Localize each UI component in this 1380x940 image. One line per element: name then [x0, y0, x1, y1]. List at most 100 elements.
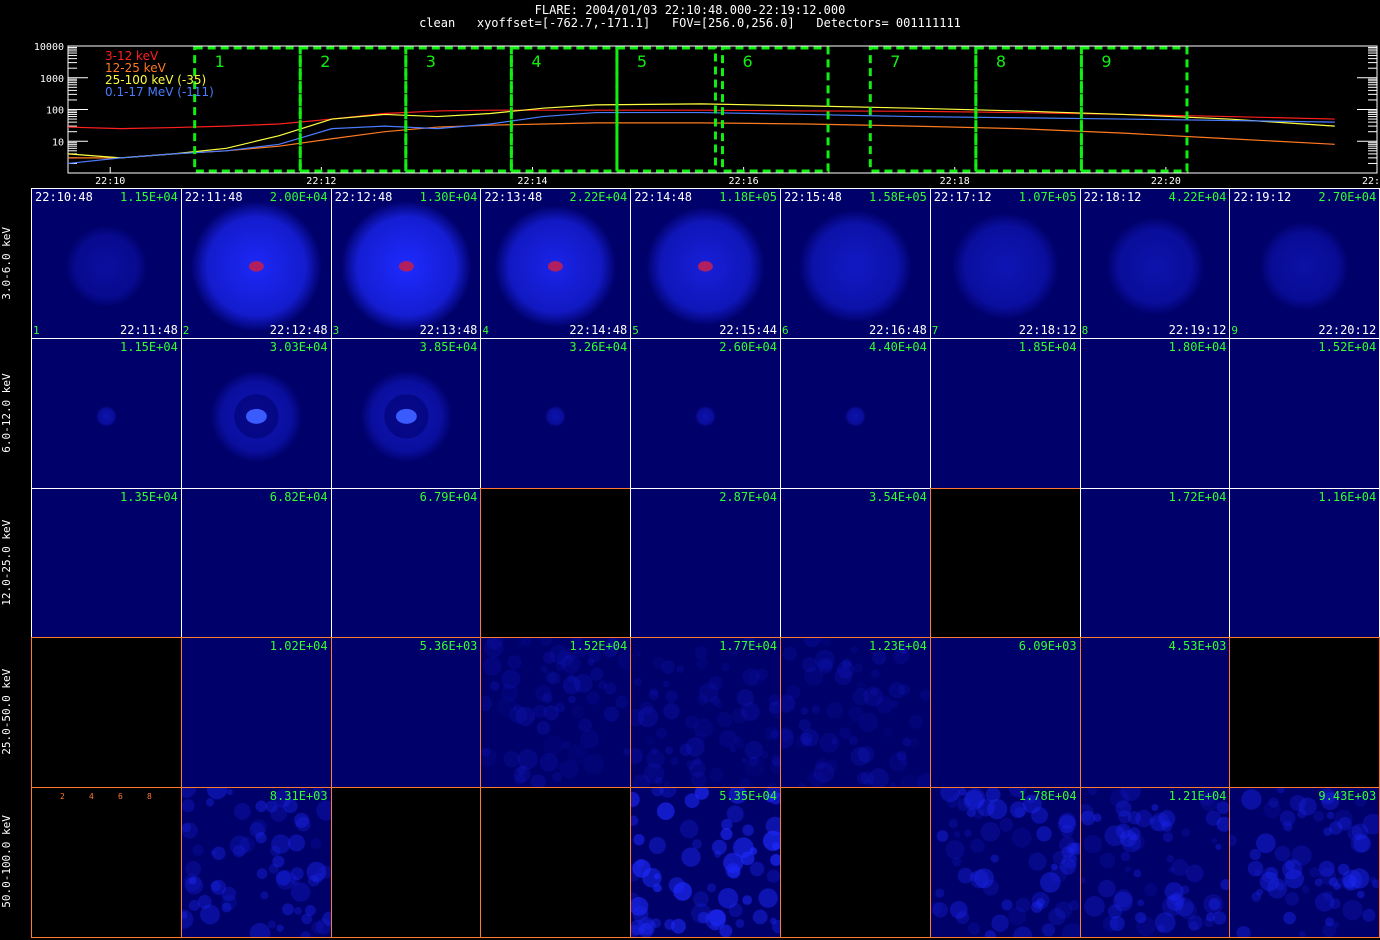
noise-blob [741, 702, 760, 722]
noise-blob [766, 869, 780, 883]
noise-blob [181, 909, 194, 930]
noise-blob [671, 918, 687, 934]
noise-blob [1092, 813, 1102, 823]
noise-blob [839, 727, 852, 740]
noise-blob [883, 727, 894, 738]
noise-blob [206, 788, 228, 800]
noise-blob [852, 688, 870, 706]
image-cell [1229, 637, 1380, 789]
noise-blob [548, 672, 562, 685]
source-image [481, 638, 631, 788]
noise-blob [899, 774, 921, 788]
x-tick-label: 22:14 [517, 176, 547, 187]
noise-blob [908, 738, 920, 749]
noise-blob [990, 854, 999, 863]
noise-blob [501, 669, 521, 689]
source-image [190, 200, 322, 332]
max-value-label: 3.54E+04 [869, 489, 927, 504]
noise-blob [955, 910, 970, 925]
noise-blob [657, 802, 675, 821]
noise-blob [1299, 797, 1318, 816]
row-label: 6.0-12.0 keV [0, 372, 13, 453]
noise-blob [770, 854, 780, 867]
source-image [210, 370, 303, 463]
noise-blob [1342, 900, 1364, 921]
max-value-label: 1.21E+04 [1168, 789, 1227, 804]
noise-blob [1334, 809, 1354, 829]
noise-blob [1188, 921, 1199, 932]
noise-blob [697, 694, 709, 706]
noise-blob [312, 872, 323, 884]
noise-blob [919, 689, 930, 702]
interval-label: 2 [320, 52, 330, 71]
noise-blob [1181, 828, 1190, 838]
noise-blob [984, 930, 996, 937]
max-value-label: 2.00E+04 [269, 190, 328, 204]
noise-blob [1180, 885, 1189, 895]
noise-blob [684, 793, 700, 809]
noise-blob [819, 733, 840, 754]
noise-blob [803, 638, 822, 648]
noise-blob [1362, 908, 1376, 923]
noise-blob [631, 792, 640, 808]
source-core [398, 261, 414, 272]
source-image [844, 405, 866, 427]
y-tick-label: 100 [46, 106, 64, 117]
source-image [494, 205, 617, 328]
image-cell: 2.87E+04 [630, 487, 781, 639]
noise-blob [631, 815, 639, 827]
series-line-4 [67, 111, 1335, 165]
interval-start-label: 22:11:48 [184, 190, 243, 204]
max-value-label: 1.77E+04 [719, 639, 777, 654]
noise-blob [221, 894, 237, 911]
noise-blob [260, 891, 269, 900]
image-cell: 4.40E+04 [780, 337, 931, 489]
image-cell: 3.54E+04 [780, 487, 931, 639]
noise-blob [1357, 890, 1366, 899]
noise-blob [1132, 869, 1142, 878]
noise-blob [1309, 867, 1321, 878]
noise-blob [1327, 811, 1335, 820]
noise-blob [752, 909, 768, 925]
image-cell [330, 787, 482, 938]
noise-blob [587, 658, 595, 667]
noise-blob [721, 818, 733, 831]
interval-start-label: 22:19:12 [1233, 190, 1292, 204]
interval-box-2 [298, 46, 408, 173]
interval-end-label: 22:19:12 [1168, 322, 1227, 337]
noise-blob [503, 751, 521, 768]
axis-tick-label: 2 [60, 792, 65, 802]
interval-end-label: 22:13:48 [419, 322, 478, 337]
noise-blob [1230, 834, 1238, 847]
noise-blob [1011, 827, 1032, 848]
interval-label: 6 [743, 52, 753, 71]
max-value-label: 6.82E+04 [269, 489, 328, 504]
interval-index-label: 1 [33, 323, 40, 337]
image-cell: 1.07E+05 22:17:12 7 22:18:12 [929, 188, 1081, 339]
image-cell [480, 487, 632, 639]
noise-blob [693, 718, 714, 739]
noise-blob [663, 680, 670, 688]
noise-blob [853, 663, 864, 674]
noise-blob [749, 861, 765, 877]
interval-box-9 [1079, 46, 1189, 173]
source-disk [1105, 217, 1205, 316]
max-value-label: 1.18E+05 [719, 190, 777, 204]
max-value-label: 1.85E+04 [1018, 339, 1077, 354]
noise-blob [858, 712, 879, 733]
image-cell: 1.80E+04 [1079, 337, 1231, 489]
noise-blob [540, 666, 549, 674]
noise-blob [898, 684, 911, 696]
image-cell: 3.85E+04 [330, 337, 482, 489]
max-value-label: 1.23E+04 [869, 639, 927, 654]
noise-blob [655, 777, 664, 786]
noise-blob [935, 888, 945, 898]
noise-blob [507, 655, 522, 670]
image-cell: 1.77E+04 [630, 637, 781, 789]
max-value-label: 1.30E+04 [419, 190, 478, 204]
noise-blob [1248, 860, 1264, 877]
image-cell [480, 787, 632, 938]
max-value-label: 1.80E+04 [1168, 339, 1227, 354]
noise-blob [770, 917, 777, 925]
noise-blob [1212, 911, 1226, 925]
